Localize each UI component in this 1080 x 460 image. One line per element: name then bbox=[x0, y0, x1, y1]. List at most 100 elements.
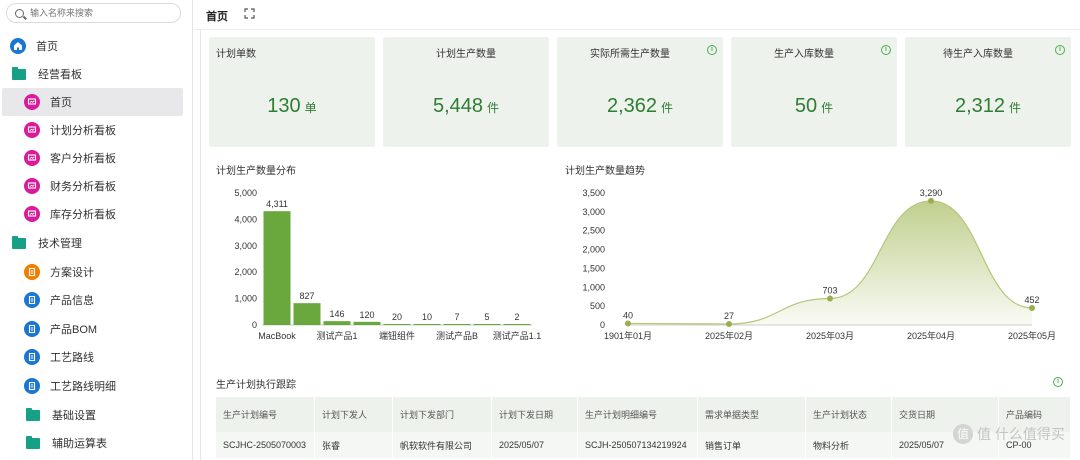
y-tick-label: 3,500 bbox=[582, 188, 605, 198]
sidebar-item-label: 首页 bbox=[50, 97, 72, 109]
search-input[interactable] bbox=[30, 8, 170, 18]
x-tick-label: 2025年03月 bbox=[806, 330, 854, 341]
y-tick-label: 0 bbox=[600, 320, 605, 330]
home-icon bbox=[10, 38, 26, 54]
info-icon[interactable]: i bbox=[881, 45, 891, 55]
sidebar-item[interactable]: 工艺路线明细 bbox=[0, 372, 183, 400]
kpi-card: 实际所需生产数量 2,362 件 i bbox=[557, 37, 723, 147]
info-icon[interactable]: i bbox=[707, 45, 717, 55]
table-cell: 销售订单 bbox=[698, 432, 806, 458]
point-value-label: 27 bbox=[724, 311, 734, 321]
sidebar-item[interactable]: 产品信息 bbox=[0, 286, 183, 314]
sidebar-item-label: 客户分析看板 bbox=[50, 153, 116, 165]
sidebar-item-label: 方案设计 bbox=[50, 267, 94, 279]
kpi-number: 50 bbox=[794, 95, 818, 117]
search-box[interactable] bbox=[6, 3, 181, 23]
kpi-number: 5,448 bbox=[432, 95, 484, 117]
area-chart: 3,500 3,000 2,500 2,000 1,500 1,000 500 0 40 1901… bbox=[582, 188, 1056, 341]
sidebar-item[interactable]: 技术管理 bbox=[0, 229, 183, 257]
column-header[interactable]: 计划下发日期 bbox=[492, 397, 578, 432]
y-tick-label: 1,500 bbox=[582, 263, 605, 273]
bar-value-label: 10 bbox=[422, 312, 432, 322]
y-tick-label: 5,000 bbox=[234, 188, 257, 198]
x-tick-label: 测试产品B bbox=[436, 330, 478, 341]
sidebar-item[interactable]: 客户分析看板 bbox=[0, 144, 183, 172]
sidebar: 首页经营看板首页计划分析看板客户分析看板财务分析看板库存分析看板技术管理方案设计… bbox=[0, 0, 193, 460]
tab-home[interactable]: 首页 bbox=[206, 8, 228, 24]
execution-table: 生产计划编号 计划下发人 计划下发部门 计划下发日期 生产计划明细编号 需求单据类型 生产计… bbox=[216, 397, 1071, 458]
column-header[interactable]: 计划下发部门 bbox=[393, 397, 492, 432]
top-bar: 首页 bbox=[194, 0, 1080, 30]
bar-chart: 5,000 4,000 3,000 2,000 1,000 0 4,311 MacBook 82… bbox=[234, 188, 541, 341]
fullscreen-icon[interactable] bbox=[244, 8, 255, 19]
column-header[interactable]: 生产计划明细编号 bbox=[578, 397, 698, 432]
sidebar-item-label: 财务分析看板 bbox=[50, 181, 116, 193]
bar-value-label: 120 bbox=[359, 310, 374, 320]
sidebar-item[interactable]: 产品BOM bbox=[0, 315, 183, 343]
point-value-label: 40 bbox=[623, 310, 633, 320]
table-cell: SCJH-250507134219924 bbox=[578, 432, 698, 458]
table-info-icon[interactable]: i bbox=[1053, 377, 1063, 387]
x-tick-label: MacBook bbox=[258, 331, 296, 341]
column-header[interactable]: 需求单据类型 bbox=[698, 397, 806, 432]
point-value-label: 3,290 bbox=[920, 188, 943, 198]
x-tick-label: 1901年01月 bbox=[604, 330, 652, 341]
dashboard-icon bbox=[24, 94, 40, 110]
line-chart-title: 计划生产数量趋势 bbox=[565, 166, 645, 177]
bar-value-label: 146 bbox=[329, 309, 344, 319]
folder-icon bbox=[12, 66, 26, 80]
kpi-unit: 件 bbox=[661, 101, 674, 115]
bar-value-label: 827 bbox=[299, 291, 314, 301]
x-tick-label: 2025年02月 bbox=[705, 330, 753, 341]
kpi-card: 计划单数 130 单 bbox=[209, 37, 375, 147]
sidebar-item-label: 产品信息 bbox=[50, 295, 94, 307]
kpi-label: 生产入库数量 bbox=[774, 49, 834, 60]
kpi-unit: 单 bbox=[304, 101, 317, 115]
data-point bbox=[928, 197, 934, 204]
column-header[interactable]: 生产计划状态 bbox=[806, 397, 892, 432]
data-point bbox=[726, 320, 732, 327]
column-header[interactable]: 生产计划编号 bbox=[216, 397, 315, 432]
kpi-value: 5,448 件 bbox=[383, 95, 549, 118]
x-tick-label: 2025年04月 bbox=[907, 330, 955, 341]
table-title: 生产计划执行跟踪 bbox=[216, 380, 296, 391]
sidebar-item-label: 工艺路线明细 bbox=[50, 381, 116, 393]
watermark: 值 值 什么值得买 bbox=[953, 424, 1065, 444]
sidebar-item-label: 技术管理 bbox=[38, 238, 82, 250]
sidebar-item[interactable]: 经营看板 bbox=[0, 60, 183, 88]
folder-icon bbox=[26, 407, 40, 421]
bar-value-label: 4,311 bbox=[266, 199, 288, 209]
kpi-unit: 件 bbox=[487, 101, 500, 115]
kpi-number: 2,362 bbox=[606, 95, 658, 117]
table-cell: 帆软软件有限公司 bbox=[393, 432, 492, 458]
sidebar-item-label: 计划分析看板 bbox=[50, 125, 116, 137]
sidebar-item[interactable]: 库存分析看板 bbox=[0, 200, 183, 228]
table-row[interactable]: SCJHC-2505070003 张睿 帆软软件有限公司 2025/05/07 SCJH… bbox=[216, 432, 1071, 458]
sidebar-item-label: 首页 bbox=[36, 41, 58, 53]
sidebar-item[interactable]: 首页 bbox=[2, 88, 183, 116]
info-icon[interactable]: i bbox=[1055, 45, 1065, 55]
table-cell: 2025/05/07 bbox=[492, 432, 578, 458]
sidebar-item[interactable]: 辅助运算表 bbox=[0, 429, 183, 457]
bar bbox=[473, 324, 501, 325]
sidebar-item[interactable]: 财务分析看板 bbox=[0, 172, 183, 200]
bar-value-label: 2 bbox=[514, 312, 519, 322]
bar bbox=[323, 321, 351, 325]
point-value-label: 452 bbox=[1024, 295, 1039, 305]
bar bbox=[293, 303, 321, 325]
kpi-unit: 件 bbox=[1009, 101, 1022, 115]
sidebar-item[interactable]: 首页 bbox=[0, 32, 183, 60]
kpi-label: 计划单数 bbox=[216, 49, 256, 60]
sidebar-item[interactable]: 基础设置 bbox=[0, 401, 183, 429]
sidebar-item[interactable]: 计划分析看板 bbox=[0, 116, 183, 144]
bar bbox=[413, 324, 441, 325]
y-tick-label: 3,000 bbox=[582, 207, 605, 217]
sidebar-item[interactable]: 方案设计 bbox=[0, 258, 183, 286]
kpi-value: 50 件 bbox=[731, 95, 897, 118]
kpi-number: 2,312 bbox=[954, 95, 1006, 117]
sidebar-item[interactable]: 工艺路线 bbox=[0, 343, 183, 371]
kpi-value: 2,362 件 bbox=[557, 95, 723, 118]
column-header[interactable]: 计划下发人 bbox=[315, 397, 393, 432]
x-tick-label: 2025年05月 bbox=[1008, 330, 1056, 341]
document-icon bbox=[24, 349, 40, 365]
